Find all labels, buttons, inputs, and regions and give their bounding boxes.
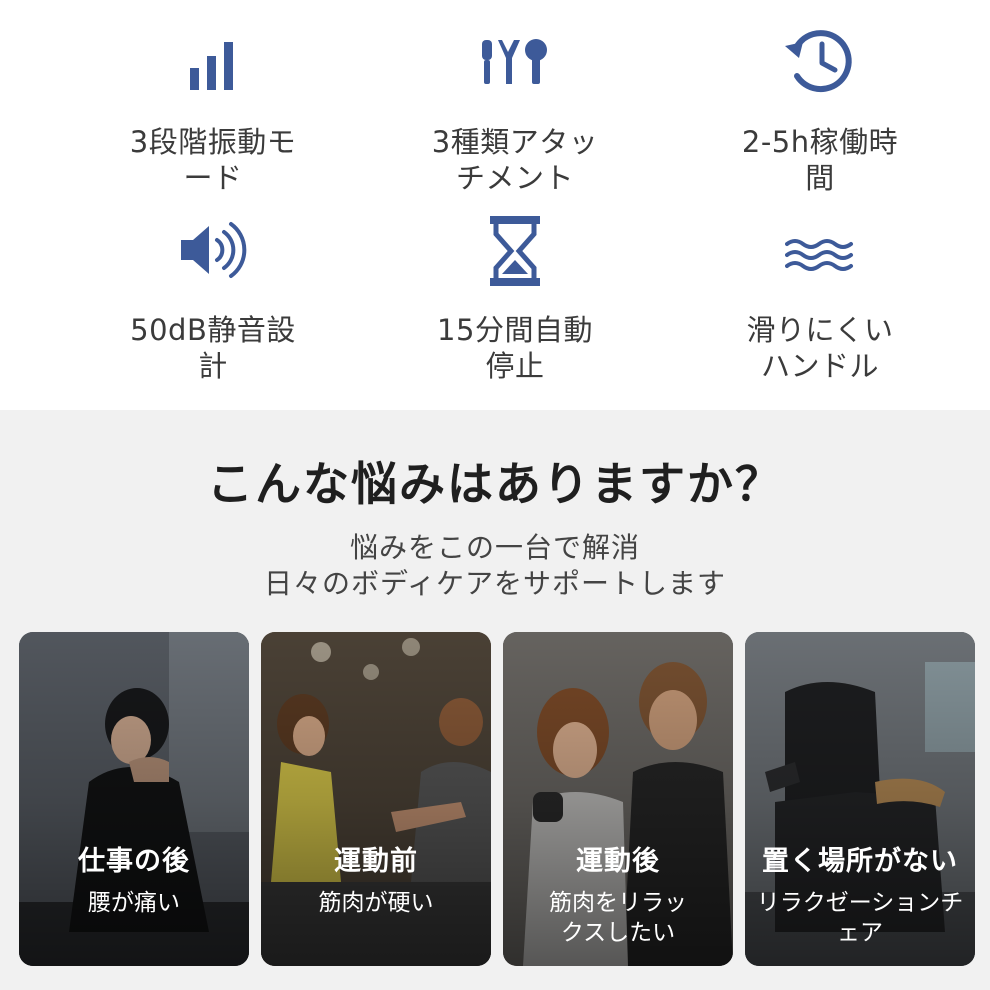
features-section: 3段階振動モード 3種類アタッチメント 2-5h稼働時間 50dB静音設計 15…: [0, 0, 990, 410]
problem-card-before-exercise: 運動前 筋肉が硬い: [261, 632, 491, 966]
feature-label: 15分間自動停止: [437, 313, 593, 383]
card-text: 腰が痛い: [88, 890, 180, 916]
feature-label: 50dB静音設計: [130, 313, 296, 383]
card-text: 筋肉が硬い: [318, 890, 434, 916]
hourglass-icon: [488, 214, 542, 288]
feature-label: 2-5h稼働時間: [741, 125, 899, 195]
feature-label: 3段階振動モード: [129, 125, 297, 195]
problem-card-after-work: 仕事の後 腰が痛い: [19, 632, 249, 966]
section-subtitle: 悩みをこの一台で解消: [349, 531, 640, 564]
waves-icon: [785, 238, 855, 272]
clock-history-icon: [783, 26, 857, 96]
feature-label: 3種類アタッチメント: [431, 125, 599, 195]
card-title: 運動前: [334, 846, 418, 877]
card-text: 筋肉をリラックスしたい: [549, 890, 687, 946]
card-title: 仕事の後: [78, 846, 190, 877]
card-title: 運動後: [576, 846, 660, 877]
section-title: こんな悩みはありますか？: [207, 457, 783, 511]
section-subtitle: 日々のボディケアをサポートします: [263, 567, 727, 600]
signal-bars-icon: [190, 42, 236, 90]
card-title: 置く場所がない: [762, 846, 958, 877]
feature-label: 滑りにくいハンドル: [746, 313, 894, 383]
attachments-icon: [480, 38, 550, 88]
problems-section: こんな悩みはありますか？ 悩みをこの一台で解消 日々のボディケアをサポートします…: [0, 410, 990, 990]
speaker-icon: [179, 220, 247, 280]
problem-card-after-exercise: 運動後 筋肉をリラックスしたい: [503, 632, 733, 966]
problem-card-no-space: 置く場所がない リラクゼーションチェア: [745, 632, 975, 966]
card-text: リラクゼーションチェア: [756, 890, 964, 946]
